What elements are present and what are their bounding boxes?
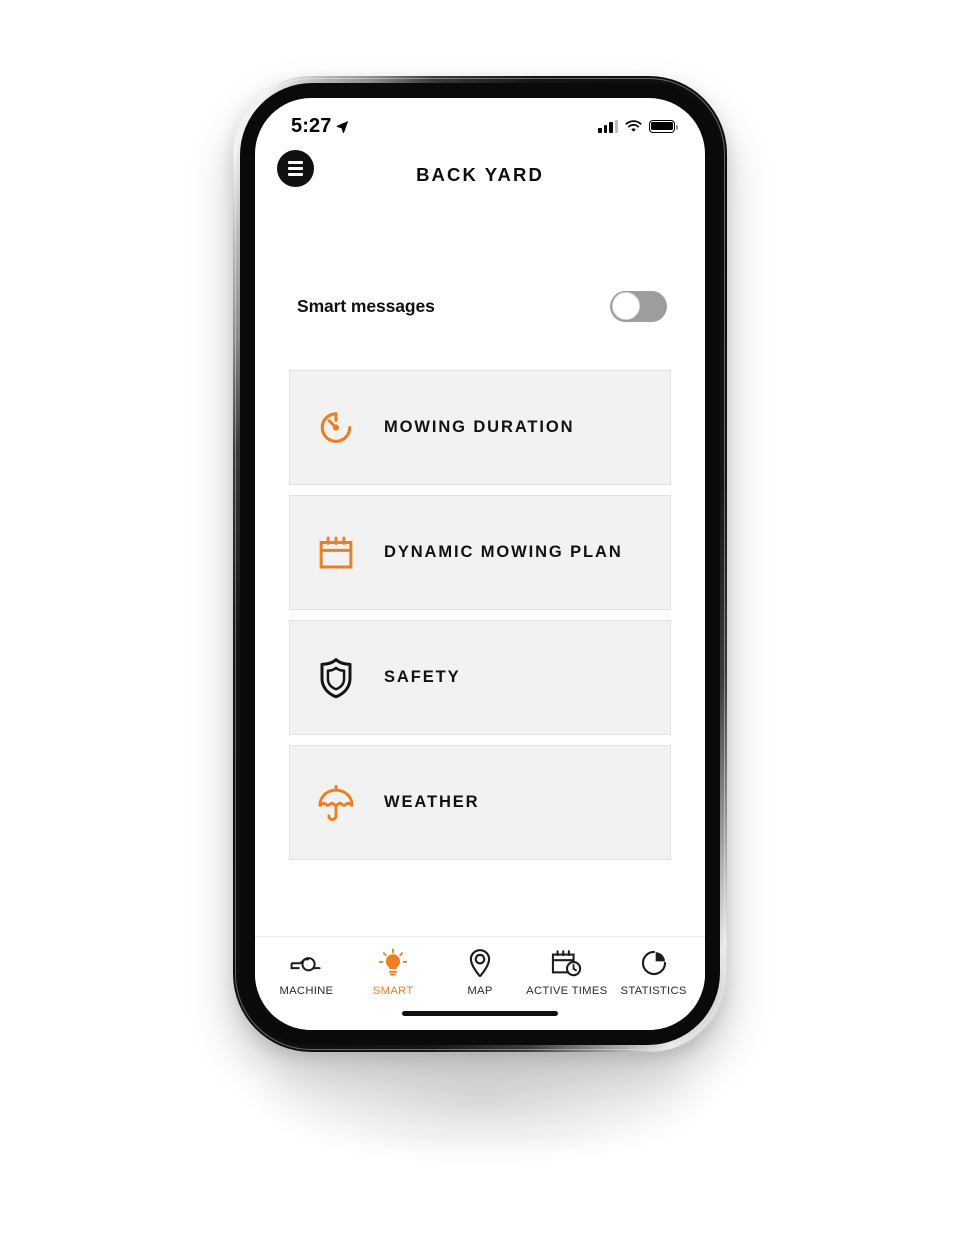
card-label: WEATHER xyxy=(384,793,480,811)
tab-label: SMART xyxy=(372,985,414,997)
lightbulb-icon xyxy=(378,948,408,978)
card-label: DYNAMIC MOWING PLAN xyxy=(384,543,623,561)
card-mowing-duration[interactable]: MOWING DURATION xyxy=(289,370,671,485)
calendar-clock-icon xyxy=(550,948,584,978)
tab-active-times[interactable]: ACTIVE TIMES xyxy=(523,948,610,997)
tab-label: MACHINE xyxy=(279,985,334,997)
smart-messages-toggle[interactable] xyxy=(610,290,667,322)
status-bar-time-group: 5:27 xyxy=(291,115,349,138)
status-bar-time: 5:27 xyxy=(291,114,332,137)
pie-chart-icon xyxy=(640,948,668,978)
device-drop-shadow xyxy=(255,1040,710,1160)
tab-label: MAP xyxy=(467,985,493,997)
feature-card-list: MOWING DURATION DYNAMIC MOWING PLAN SAFE… xyxy=(289,370,671,860)
tab-map[interactable]: MAP xyxy=(437,948,524,997)
map-pin-icon xyxy=(467,948,493,978)
status-bar: 5:27 xyxy=(255,98,705,144)
battery-full-icon xyxy=(649,119,678,133)
card-label: SAFETY xyxy=(384,668,461,686)
shield-icon xyxy=(312,654,360,702)
phone-device-frame: 5:27 BACK YARD Smart messages MOWING DUR… xyxy=(233,76,727,1052)
smart-messages-row: Smart messages xyxy=(255,283,705,329)
tab-smart[interactable]: SMART xyxy=(350,948,437,997)
location-arrow-icon xyxy=(337,120,349,133)
status-bar-indicators xyxy=(598,119,678,133)
card-safety[interactable]: SAFETY xyxy=(289,620,671,735)
app-header: BACK YARD xyxy=(255,144,705,206)
toggle-knob xyxy=(611,292,640,320)
tab-machine[interactable]: MACHINE xyxy=(263,948,350,997)
hamburger-menu-icon[interactable] xyxy=(277,150,314,187)
mower-icon xyxy=(289,948,323,978)
phone-screen: 5:27 BACK YARD Smart messages MOWING DUR… xyxy=(255,98,705,1030)
wifi-icon xyxy=(625,119,642,132)
tab-label: STATISTICS xyxy=(620,985,687,997)
screenshot-canvas: 5:27 BACK YARD Smart messages MOWING DUR… xyxy=(0,0,960,1236)
smart-messages-label: Smart messages xyxy=(297,295,435,316)
tab-statistics[interactable]: STATISTICS xyxy=(610,948,697,997)
card-weather[interactable]: WEATHER xyxy=(289,745,671,860)
cellular-signal-icon xyxy=(598,119,618,133)
tab-label: ACTIVE TIMES xyxy=(526,985,608,997)
home-indicator[interactable] xyxy=(402,1010,558,1016)
umbrella-icon xyxy=(312,779,360,827)
stopwatch-icon xyxy=(312,404,360,452)
page-title: BACK YARD xyxy=(416,164,544,185)
calendar-icon xyxy=(312,529,360,577)
card-dynamic-mowing-plan[interactable]: DYNAMIC MOWING PLAN xyxy=(289,495,671,610)
card-label: MOWING DURATION xyxy=(384,418,575,436)
